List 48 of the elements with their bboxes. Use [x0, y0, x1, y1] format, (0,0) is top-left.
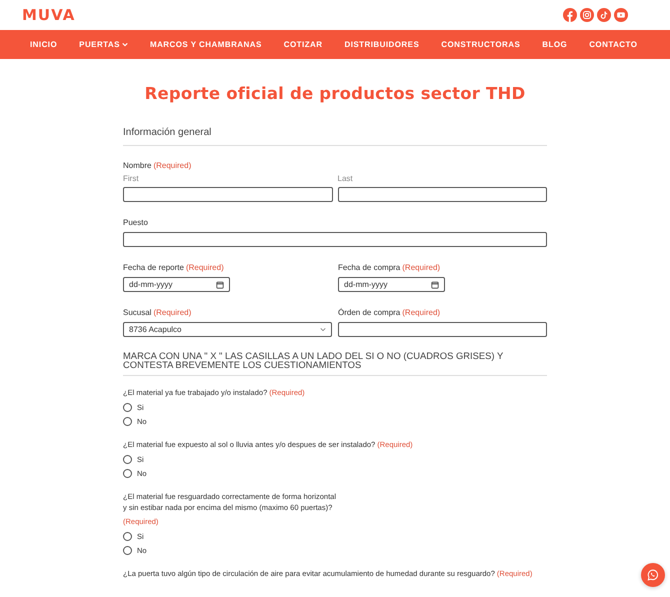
nav-link[interactable]: CONSTRUCTORAS — [441, 40, 520, 49]
required-note: (Required) — [153, 161, 192, 170]
nav-link[interactable]: CONTACTO — [589, 40, 638, 49]
radio-button[interactable] — [123, 402, 132, 412]
required-note: (Required) — [186, 263, 224, 272]
radio-button[interactable] — [123, 454, 132, 464]
field-label: Puesto — [123, 218, 148, 227]
caret-icon — [122, 42, 128, 47]
nav-link[interactable]: BLOG — [542, 40, 568, 49]
instagram-icon[interactable] — [580, 8, 594, 22]
radio-button[interactable] — [123, 468, 132, 478]
calendar-icon — [216, 280, 224, 288]
input-field[interactable] — [338, 322, 547, 337]
nav-link[interactable]: COTIZAR — [284, 40, 322, 49]
required-note: (Required) — [153, 308, 192, 317]
nav-link[interactable]: MARCOS Y CHAMBRANAS — [150, 40, 262, 49]
sub-label: First — [123, 174, 140, 184]
logo[interactable]: MUVA — [22, 6, 76, 24]
chat-icon — [647, 569, 659, 581]
calendar-icon — [431, 280, 439, 288]
date-field[interactable]: dd-mm-yyyy — [123, 277, 230, 292]
field-label: Fecha de compra — [338, 263, 400, 272]
section-heading: Información general — [123, 127, 547, 146]
radio-button[interactable] — [123, 546, 132, 554]
field-label: Órden de compra — [338, 308, 400, 317]
input-field[interactable] — [338, 187, 547, 202]
required-note: (Required) — [402, 308, 440, 317]
nav-link[interactable]: INICIO — [30, 40, 58, 49]
chat-button[interactable] — [641, 563, 665, 587]
sub-label: Last — [338, 174, 354, 184]
facebook-icon[interactable] — [563, 8, 577, 22]
date-field[interactable]: dd-mm-yyyy — [338, 277, 445, 292]
field-label: Fecha de reporte — [123, 263, 184, 272]
chevron-down-icon — [320, 327, 326, 332]
nav-link[interactable]: DISTRIBUIDORES — [344, 40, 420, 49]
input-field[interactable] — [123, 232, 547, 247]
radio-button[interactable] — [123, 532, 132, 540]
tiktok-icon[interactable] — [597, 8, 611, 22]
select-field[interactable]: 8736 Acapulco — [123, 322, 332, 337]
field-label: Sucusal — [123, 308, 152, 317]
radio-button[interactable] — [123, 416, 132, 426]
page-title: Reporte oficial de productos sector THD — [144, 83, 526, 105]
required-note: (Required) — [402, 263, 440, 272]
field-label: Nombre — [123, 161, 152, 170]
youtube-icon[interactable] — [614, 8, 628, 22]
nav-link[interactable]: PUERTAS — [79, 40, 128, 49]
input-field[interactable] — [123, 187, 332, 202]
section-heading: MARCA CON UNA " X " LAS CASILLAS A UN LADO DEL SI O NO (CUADROS GRISES) Y CONTESTA BREVEMENTE LOS CUESTIONAMIENTOS — [123, 351, 547, 376]
